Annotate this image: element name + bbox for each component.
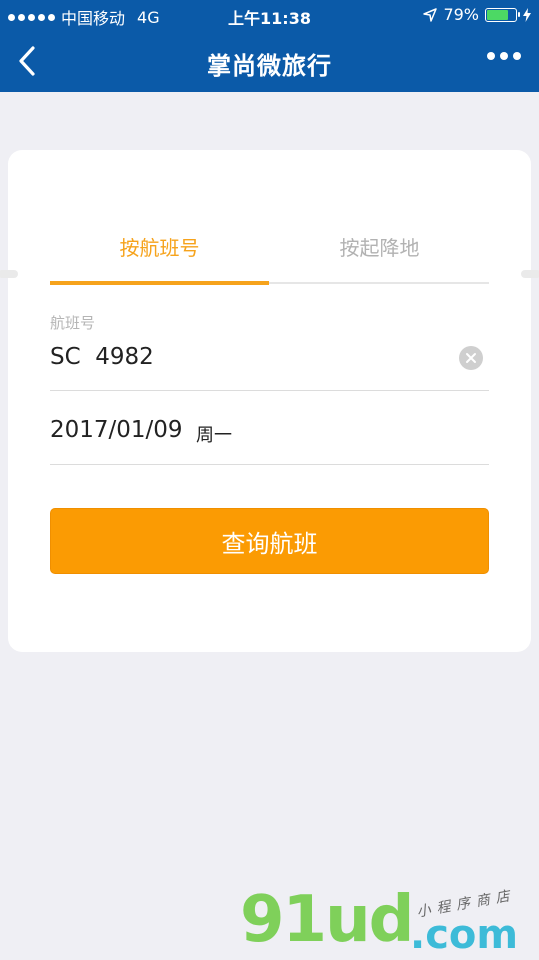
battery-icon xyxy=(485,7,520,22)
more-dots-icon[interactable] xyxy=(487,52,521,60)
active-tab-indicator xyxy=(50,281,269,285)
status-right: 79% xyxy=(423,5,531,24)
search-mode-tabs: 按航班号 按起降地 xyxy=(50,206,489,285)
flight-search-card: 按航班号 按起降地 航班号 SC 4982 2017/01/09 周一 查询航班 xyxy=(8,150,531,652)
watermark-domain-text: .com xyxy=(410,912,519,958)
battery-percent: 79% xyxy=(443,5,479,24)
tab-underline xyxy=(50,281,489,285)
weekday-value: 周一 xyxy=(196,425,232,446)
watermark-main-text: 91ud xyxy=(240,883,414,957)
flight-number-label: 航班号 xyxy=(50,314,96,332)
card-notch-right xyxy=(521,270,539,278)
flight-number-value[interactable]: SC 4982 xyxy=(50,344,154,370)
flight-number-field[interactable]: SC 4982 xyxy=(50,340,489,391)
card-notch-left xyxy=(0,270,18,278)
tab-by-route[interactable]: 按起降地 xyxy=(270,232,489,261)
search-flights-button[interactable]: 查询航班 xyxy=(50,508,489,574)
location-arrow-icon xyxy=(423,7,438,22)
tab-by-flight-number[interactable]: 按航班号 xyxy=(50,232,269,261)
clear-icon[interactable] xyxy=(459,346,483,370)
page-title: 掌尚微旅行 xyxy=(207,52,332,80)
battery-level-fill xyxy=(487,9,509,20)
nav-bar: 掌尚微旅行 xyxy=(0,30,539,92)
date-value[interactable]: 2017/01/09 xyxy=(50,417,183,443)
status-bar: 中国移动 4G 上午11:38 79% xyxy=(0,0,539,30)
charging-bolt-icon xyxy=(523,7,531,22)
date-field[interactable]: 2017/01/09 周一 xyxy=(50,412,489,465)
watermark-logo: 91ud 小程序商店 .com xyxy=(240,885,539,960)
